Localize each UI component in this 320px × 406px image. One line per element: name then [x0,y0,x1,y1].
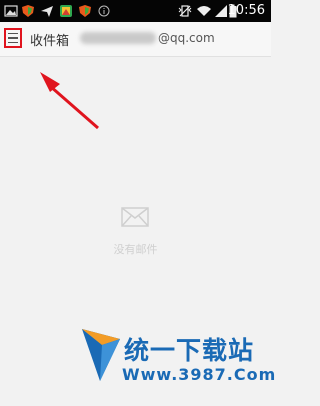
watermark-site-name: 统一下载站 [124,336,255,365]
empty-message: 没有邮件 [113,243,158,256]
watermark: 统一下载站 Www.3987.Com [80,325,275,395]
envelope-icon [121,207,149,227]
watermark-logo-icon [82,329,120,381]
watermark-url: Www.3987.Com [122,365,277,384]
